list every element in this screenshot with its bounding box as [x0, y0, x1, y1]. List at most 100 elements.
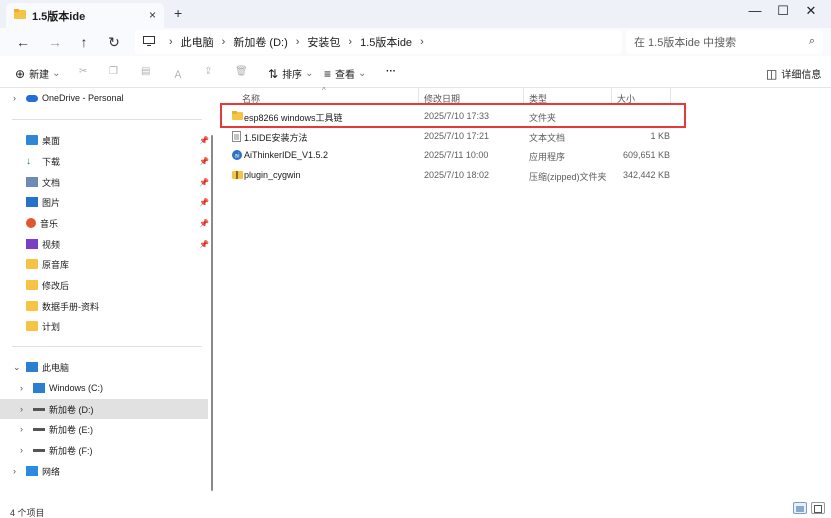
- sidebar-scrollbar[interactable]: [211, 135, 213, 491]
- minimize-button[interactable]: —: [745, 3, 765, 18]
- search-input[interactable]: 在 1.5版本ide 中搜索 ⌕: [626, 30, 823, 54]
- delete-icon[interactable]: 🗑: [235, 66, 248, 77]
- pin-icon[interactable]: 📌: [199, 157, 209, 166]
- view-button[interactable]: ≡ 查看 ⌄: [324, 66, 366, 82]
- file-name: plugin_cygwin: [244, 170, 301, 180]
- sidebar-item-folder-1[interactable]: 原音库: [0, 254, 208, 274]
- address-bar: ← → ↑ ↻ › 此电脑 › 新加卷 (D:) › 安装包 › 1.5版本id…: [0, 28, 831, 56]
- details-button[interactable]: ◫ 详细信息: [766, 66, 821, 82]
- new-tab-button[interactable]: +: [174, 5, 182, 21]
- file-row[interactable]: 1.5IDE安装方法 2025/7/10 17:21 文本文档 1 KB: [222, 126, 831, 146]
- svg-text:ai: ai: [234, 153, 240, 160]
- folder-icon: [26, 321, 38, 331]
- forward-button[interactable]: →: [46, 34, 64, 50]
- sidebar-item-drive-d[interactable]: › 新加卷 (D:): [0, 399, 208, 419]
- drive-icon: [33, 407, 45, 411]
- file-row[interactable]: ai AiThinkerIDE_V1.5.2 2025/7/11 10:00 应…: [222, 145, 831, 165]
- download-icon: ↓: [26, 155, 31, 167]
- chevron-right-icon: ›: [169, 36, 173, 48]
- command-bar: ⊕ 新建 ⌄ ✂ ❐ ▤ Ａ ⇪ 🗑 ⇅ 排序 ⌄ ≡ 查看 ⌄ ··· ◫ 详…: [0, 58, 831, 88]
- details-view-button[interactable]: [793, 502, 807, 514]
- tab-close-button[interactable]: ×: [149, 8, 156, 22]
- column-divider[interactable]: [670, 88, 671, 104]
- windows-drive-icon: [33, 383, 45, 393]
- chevron-right-icon: ›: [20, 404, 23, 414]
- breadcrumb-this-pc[interactable]: 此电脑: [181, 34, 214, 50]
- search-placeholder: 在 1.5版本ide 中搜索: [634, 37, 737, 49]
- file-type: 应用程序: [529, 152, 566, 162]
- rename-icon[interactable]: Ａ: [173, 66, 183, 81]
- pin-icon[interactable]: 📌: [199, 178, 209, 187]
- tab-title: 1.5版本ide: [32, 10, 86, 23]
- sidebar-item-onedrive[interactable]: › OneDrive - Personal: [0, 88, 208, 108]
- item-count: 4 个项目: [10, 508, 45, 518]
- paste-icon[interactable]: ▤: [141, 66, 150, 77]
- back-button[interactable]: ←: [14, 34, 32, 50]
- column-divider[interactable]: [611, 88, 612, 104]
- file-row[interactable]: plugin_cygwin 2025/7/10 18:02 压缩(zipped)…: [222, 165, 831, 185]
- chevron-down-icon: ⌄: [13, 361, 21, 372]
- file-name: AiThinkerIDE_V1.5.2: [244, 150, 329, 160]
- sidebar-item-documents[interactable]: 文档 📌: [0, 172, 209, 192]
- sidebar-item-folder-2[interactable]: 修改后: [0, 275, 208, 295]
- sidebar-item-drive-e[interactable]: › 新加卷 (E:): [0, 419, 208, 439]
- cut-icon[interactable]: ✂: [79, 66, 87, 77]
- column-divider[interactable]: [523, 88, 524, 104]
- new-button[interactable]: ⊕ 新建 ⌄: [15, 66, 60, 82]
- sidebar-item-drive-c[interactable]: › Windows (C:): [0, 378, 208, 398]
- sidebar-item-this-pc[interactable]: ⌄ 此电脑: [0, 357, 208, 377]
- sidebar-item-label: 修改后: [42, 280, 70, 291]
- list-view-icon: [796, 506, 804, 512]
- sidebar-item-label: 下载: [42, 156, 61, 167]
- sidebar-item-label: 原音库: [42, 259, 70, 270]
- pin-icon[interactable]: 📌: [199, 219, 209, 228]
- sidebar-item-downloads[interactable]: ↓ 下载 📌: [0, 151, 209, 171]
- sidebar-item-music[interactable]: 音乐 📌: [0, 213, 209, 233]
- sidebar-item-network[interactable]: › 网络: [0, 461, 208, 481]
- sidebar-item-label: OneDrive - Personal: [42, 93, 124, 103]
- up-button[interactable]: ↑: [75, 34, 93, 50]
- breadcrumb[interactable]: › 此电脑 › 新加卷 (D:) › 安装包 › 1.5版本ide ›: [135, 30, 622, 54]
- share-icon[interactable]: ⇪: [204, 66, 212, 77]
- column-divider[interactable]: [418, 88, 419, 104]
- folder-icon: [26, 280, 38, 290]
- breadcrumb-install[interactable]: 安装包: [307, 34, 340, 50]
- sidebar-item-label: 新加卷 (D:): [49, 404, 94, 415]
- maximize-button[interactable]: ☐: [773, 3, 793, 19]
- sidebar-item-label: 计划: [42, 321, 61, 332]
- navigation-pane: › OneDrive - Personal 桌面 📌 ↓ 下载 📌 文档 📌 图…: [0, 88, 213, 504]
- drive-icon: [33, 448, 45, 452]
- close-window-button[interactable]: ✕: [801, 3, 821, 19]
- computer-icon: [26, 362, 38, 372]
- chevron-right-icon: ›: [295, 36, 300, 48]
- sidebar-item-label: 网络: [42, 466, 61, 477]
- pin-icon[interactable]: 📌: [199, 240, 209, 249]
- cloud-icon: [26, 94, 38, 102]
- zip-folder-icon: [232, 170, 243, 179]
- sort-button[interactable]: ⇅ 排序 ⌄: [268, 66, 313, 82]
- tiles-view-button[interactable]: [811, 502, 825, 514]
- chevron-right-icon: ›: [221, 36, 226, 48]
- copy-icon[interactable]: ❐: [109, 66, 118, 77]
- breadcrumb-current[interactable]: 1.5版本ide: [360, 34, 412, 50]
- tab-current[interactable]: 1.5版本ide ×: [6, 3, 164, 28]
- refresh-button[interactable]: ↻: [105, 34, 123, 51]
- more-button[interactable]: ···: [386, 66, 396, 77]
- sidebar-item-drive-f[interactable]: › 新加卷 (F:): [0, 440, 208, 460]
- pin-icon[interactable]: 📌: [199, 136, 209, 145]
- sidebar-item-folder-4[interactable]: 计划: [0, 316, 208, 336]
- chevron-right-icon: ›: [348, 36, 353, 48]
- sidebar-item-videos[interactable]: 视频 📌: [0, 234, 209, 254]
- sidebar-item-folder-3[interactable]: 数据手册-资料: [0, 296, 208, 316]
- view-label: 查看: [335, 70, 356, 81]
- file-name: 1.5IDE安装方法: [244, 133, 308, 143]
- file-date: 2025/7/11 10:00: [424, 150, 489, 160]
- sidebar-item-desktop[interactable]: 桌面 📌: [0, 130, 209, 150]
- chevron-right-icon: ›: [13, 93, 16, 103]
- sidebar-item-pictures[interactable]: 图片 📌: [0, 192, 209, 212]
- view-icon: ≡: [324, 66, 332, 81]
- breadcrumb-drive-d[interactable]: 新加卷 (D:): [233, 34, 287, 50]
- network-icon: [26, 466, 38, 476]
- search-icon: ⌕: [808, 35, 815, 47]
- pin-icon[interactable]: 📌: [199, 198, 209, 207]
